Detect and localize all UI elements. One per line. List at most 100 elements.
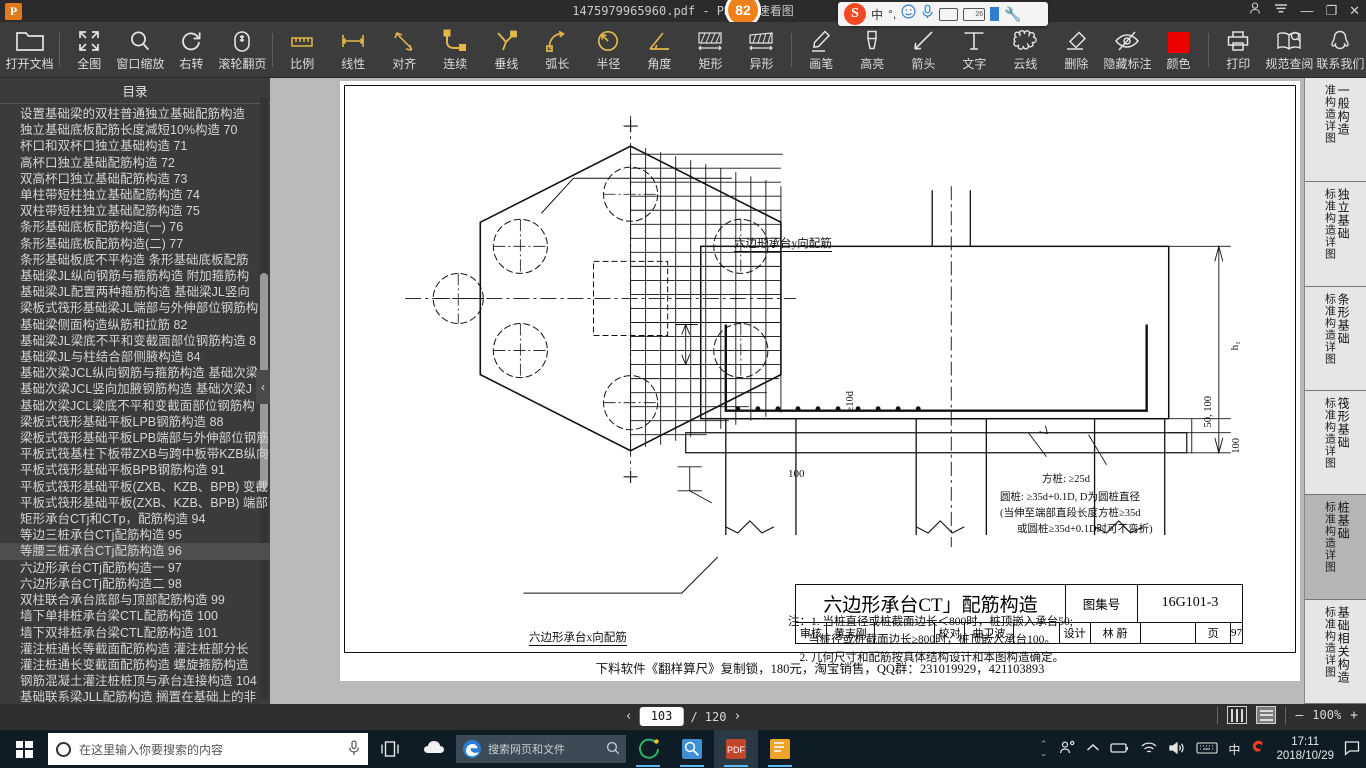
- category-tab[interactable]: 独立基础 标准构造详图: [1305, 182, 1366, 287]
- people-icon[interactable]: [1059, 740, 1076, 759]
- toolbar-align[interactable]: 对齐: [379, 23, 430, 77]
- toc-item[interactable]: 双高杯口独立基础配筋构造 73: [0, 171, 270, 187]
- toc-item[interactable]: 基础梁JL与柱结合部侧腋构造 84: [0, 349, 270, 365]
- toc-item[interactable]: 基础梁JL纵向钢筋与箍筋构造 附加箍筋构: [0, 268, 270, 284]
- document-viewport[interactable]: 六边形承台y向配筋 六边形承台x向配筋 注：1. 当桩直径或桩截面边长＜800时…: [270, 78, 1366, 704]
- category-tab[interactable]: 条形基础 标准构造详图: [1305, 286, 1366, 391]
- onedrive-icon[interactable]: [412, 730, 456, 768]
- app-icon-360[interactable]: [626, 730, 670, 768]
- tray-expand-icon[interactable]: ⌃ ⌄: [1040, 740, 1048, 758]
- action-center-icon[interactable]: [1344, 740, 1360, 759]
- volume-icon[interactable]: [1168, 741, 1186, 758]
- close-button[interactable]: ✕: [1349, 0, 1360, 22]
- toc-item[interactable]: 条形基础板底不平构造 条形基础底板配筋: [0, 252, 270, 268]
- toc-item[interactable]: 六边形承台CTj配筋构造二 98: [0, 576, 270, 592]
- taskbar-search-box[interactable]: 在这里输入你要搜索的内容: [48, 733, 368, 765]
- toc-item[interactable]: 基础次梁JCL纵向钢筋与箍筋构造 基础次梁: [0, 365, 270, 381]
- toc-item[interactable]: 条形基础底板配筋构造(二) 77: [0, 236, 270, 252]
- toolbar-contact-us[interactable]: 联系我们: [1315, 23, 1366, 77]
- note-app-icon[interactable]: [758, 730, 802, 768]
- toc-item[interactable]: 墙下双排桩承台梁CTL配筋构造 101: [0, 625, 270, 641]
- toc-item[interactable]: 灌注桩通长等截面配筋构造 灌注桩部分长: [0, 641, 270, 657]
- toolbar-hide-annotation[interactable]: 隐藏标注: [1102, 23, 1153, 77]
- toolbar-radius[interactable]: 半径: [583, 23, 634, 77]
- toolbar-cloud-line[interactable]: 云线: [1000, 23, 1051, 77]
- account-icon[interactable]: [1248, 0, 1262, 22]
- toolbar-scale[interactable]: 比例: [277, 23, 328, 77]
- toolbar-scroll-page[interactable]: 滚轮翻页: [217, 23, 268, 77]
- sogou-tray-icon[interactable]: [1250, 739, 1266, 759]
- edge-search-box[interactable]: 搜索网页和文件: [456, 735, 626, 763]
- toolbar-arc-length[interactable]: 弧长: [532, 23, 583, 77]
- toc-item[interactable]: 矩形承台CTj和CTp，配筋构造 94: [0, 511, 270, 527]
- toc-item[interactable]: 平板式筏形基础平板(ZXB、KZB、BPB) 端部: [0, 495, 270, 511]
- category-tab[interactable]: 桩基础 标准构造详图: [1305, 495, 1366, 600]
- start-button[interactable]: [0, 730, 48, 768]
- continuous-view-button[interactable]: [1227, 706, 1248, 724]
- ime-punctuation-icon[interactable]: °,: [888, 7, 896, 21]
- toc-collapse-button[interactable]: ‹: [256, 370, 270, 404]
- toolbar-perpendicular[interactable]: 垂线: [481, 23, 532, 77]
- sogou-logo-icon[interactable]: S: [844, 3, 866, 25]
- toc-item[interactable]: 平板式筏形基础平板BPB钢筋构造 91: [0, 462, 270, 478]
- maximize-button[interactable]: ❐: [1325, 0, 1337, 22]
- minimize-button[interactable]: —: [1300, 0, 1313, 22]
- toc-item[interactable]: 双柱联合承台底部与顶部配筋构造 99: [0, 592, 270, 608]
- box-26-icon[interactable]: 26: [963, 7, 986, 21]
- next-page-button[interactable]: ›: [733, 709, 741, 724]
- emoji-icon[interactable]: [901, 4, 916, 24]
- pdf-viewer-taskbar-icon[interactable]: PDF: [714, 730, 758, 768]
- category-tab[interactable]: 一般构造 准构造详图: [1305, 78, 1366, 183]
- prev-page-button[interactable]: ‹: [625, 709, 633, 724]
- toc-item[interactable]: 杯口和双杯口独立基础构造 71: [0, 138, 270, 154]
- toc-item[interactable]: 基础梁JL梁底不平和变截面部位钢筋构造 8: [0, 333, 270, 349]
- microphone-icon[interactable]: [348, 739, 360, 759]
- toolbar-standards-lookup[interactable]: 规范查阅: [1264, 23, 1315, 77]
- battery-icon[interactable]: [1110, 742, 1130, 757]
- toolbar-open-document[interactable]: 打开文档: [4, 23, 55, 77]
- toolbar-arrow[interactable]: 箭头: [898, 23, 949, 77]
- toolbar-color[interactable]: 颜色: [1153, 23, 1204, 77]
- toolbar-erase[interactable]: 删除: [1051, 23, 1102, 77]
- toc-item[interactable]: 单柱带短柱独立基础配筋构造 74: [0, 187, 270, 203]
- toc-item[interactable]: 墙下单排桩承台梁CTL配筋构造 100: [0, 608, 270, 624]
- toc-item[interactable]: 梁板式筏形基础平板LPB钢筋构造 88: [0, 414, 270, 430]
- toolbar-linear[interactable]: 线性: [328, 23, 379, 77]
- page-number-input[interactable]: 103: [639, 707, 684, 726]
- toolbar-rectangle-area[interactable]: 矩形: [685, 23, 736, 77]
- toc-item[interactable]: 灌注桩通长变截面配筋构造 螺旋箍筋构造: [0, 657, 270, 673]
- toolbar-text[interactable]: 文字: [949, 23, 1000, 77]
- soft-keyboard-icon[interactable]: [939, 7, 959, 21]
- toc-item[interactable]: 双柱带短柱独立基础配筋构造 75: [0, 203, 270, 219]
- toolbar-irregular-area[interactable]: 异形: [736, 23, 787, 77]
- toolbar-pen[interactable]: 画笔: [796, 23, 847, 77]
- menu-icon[interactable]: [1274, 0, 1288, 22]
- pdf-reader-icon[interactable]: [670, 730, 714, 768]
- zoom-in-button[interactable]: +: [1350, 708, 1358, 723]
- ime-cn-icon[interactable]: 中: [1228, 741, 1240, 758]
- voice-input-icon[interactable]: [921, 4, 934, 24]
- toc-item[interactable]: 平板式筏基柱下板带ZXB与跨中板带KZB纵向: [0, 446, 270, 462]
- toolbar-rotate-right[interactable]: 右转: [166, 23, 217, 77]
- toc-item[interactable]: 设置基础梁的双柱普通独立基础配筋构造: [0, 106, 270, 122]
- single-page-view-button[interactable]: [1256, 706, 1277, 724]
- toc-item[interactable]: 基础次梁JCL竖向加腋钢筋构造 基础次梁J: [0, 381, 270, 397]
- toc-item[interactable]: 梁板式筏形基础梁JL端部与外伸部位钢筋构: [0, 300, 270, 316]
- toolbar-fit-page[interactable]: 全图: [64, 23, 115, 77]
- zoom-out-button[interactable]: —: [1295, 708, 1303, 723]
- wrench-icon[interactable]: 🔧: [1004, 6, 1021, 23]
- toolbar-print[interactable]: 打印: [1213, 23, 1264, 77]
- toc-item[interactable]: 基础联系梁JLL配筋构造 搁置在基础上的非: [0, 689, 270, 704]
- toc-item[interactable]: 高杯口独立基础配筋构造 72: [0, 155, 270, 171]
- taskbar-clock[interactable]: 17:11 2018/10/29: [1276, 735, 1334, 763]
- toc-item[interactable]: 等腰三桩承台CTj配筋构造 96: [0, 543, 270, 560]
- toolbar-highlight[interactable]: 高亮: [847, 23, 898, 77]
- toc-item[interactable]: 六边形承台CTj配筋构造一 97: [0, 560, 270, 576]
- keyboard-icon[interactable]: [1196, 741, 1218, 758]
- toc-item[interactable]: 条形基础底板配筋构造(一) 76: [0, 219, 270, 235]
- toc-item[interactable]: 基础次梁JCL梁底不平和变截面部位钢筋构: [0, 398, 270, 414]
- blue-square-icon[interactable]: [990, 7, 1000, 21]
- toc-item[interactable]: 基础梁JL配置两种箍筋构造 基础梁JL竖向: [0, 284, 270, 300]
- toc-item[interactable]: 钢筋混凝土灌注桩桩顶与承台连接构造 104: [0, 673, 270, 689]
- category-tab[interactable]: 基础相关构造 标准构造详图: [1305, 599, 1366, 704]
